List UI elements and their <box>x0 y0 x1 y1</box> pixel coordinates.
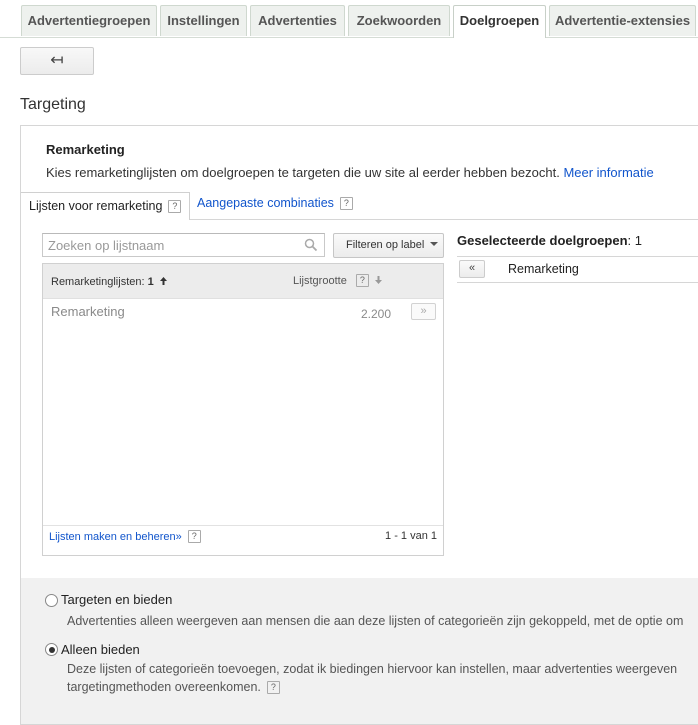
column-lists-label: Remarketinglijsten: <box>51 276 145 288</box>
help-icon[interactable]: ? <box>168 200 182 213</box>
tab-doelgroepen[interactable]: Doelgroepen <box>453 5 546 38</box>
chevron-down-icon <box>430 242 439 246</box>
option-bid-only-description-2-text: targetingmethoden overeenkomen. <box>67 680 261 694</box>
selected-item-name: Remarketing <box>508 262 579 276</box>
column-list-size[interactable]: Lijstgrootte ? <box>293 274 383 287</box>
selected-list-item: « Remarketing <box>457 257 698 283</box>
sort-up-icon <box>159 277 167 285</box>
selected-audiences-title: Geselecteerde doelgroepen: 1 <box>457 233 642 248</box>
remarketing-description: Kies remarketinglijsten om doelgroepen t… <box>46 165 654 180</box>
tab-advertenties[interactable]: Advertenties <box>250 5 345 36</box>
pagination-count: 1 - 1 van 1 <box>385 530 437 542</box>
tab-advertentie-extensies[interactable]: Advertentie-extensies <box>549 5 696 36</box>
remove-list-button[interactable]: « <box>459 260 485 278</box>
option-target-and-bid-description: Advertenties alleen weergeven aan mensen… <box>67 614 684 628</box>
tab-remarketing-lists-label: Lijsten voor remarketing <box>29 199 163 213</box>
description-text: Kies remarketinglijsten om doelgroepen t… <box>46 165 560 180</box>
tab-zoekwoorden[interactable]: Zoekwoorden <box>348 5 450 36</box>
option-bid-only-label: Alleen bieden <box>61 642 140 657</box>
search-icon <box>304 238 318 252</box>
list-item-size: 2.200 <box>361 307 392 321</box>
back-button[interactable]: ↤ <box>20 47 94 75</box>
help-icon[interactable]: ? <box>187 530 201 543</box>
tab-instellingen[interactable]: Instellingen <box>160 5 247 36</box>
column-lists[interactable]: Remarketinglijsten: 1 <box>51 276 168 288</box>
help-icon[interactable]: ? <box>266 681 280 694</box>
remarketing-title: Remarketing <box>46 142 125 157</box>
search-placeholder: Zoeken op lijstnaam <box>48 238 165 253</box>
search-input[interactable]: Zoeken op lijstnaam <box>42 233 325 257</box>
table-header: Remarketinglijsten: 1 Lijstgrootte ? <box>43 264 443 299</box>
help-icon[interactable]: ? <box>355 274 369 287</box>
filter-label: Filteren op label <box>346 239 425 251</box>
page-title: Targeting <box>20 96 86 113</box>
column-lists-count: 1 <box>147 276 154 288</box>
option-bid-only-description-2: targetingmethoden overeenkomen.? <box>67 680 280 694</box>
remarketing-list-table: Remarketinglijsten: 1 Lijstgrootte ? Rem… <box>42 263 444 556</box>
option-target-and-bid-label: Targeten en bieden <box>61 592 173 607</box>
add-list-button[interactable]: » <box>411 303 436 320</box>
radio-target-and-bid[interactable] <box>45 594 58 607</box>
column-list-size-label: Lijstgrootte <box>293 275 347 287</box>
list-item-name: Remarketing <box>51 304 125 319</box>
filter-by-label-button[interactable]: Filteren op label <box>333 233 444 258</box>
subtab-divider <box>190 219 698 220</box>
tab-custom-combinations-label: Aangepaste combinaties <box>197 196 334 210</box>
selected-audiences-count: : 1 <box>627 233 642 248</box>
selected-audiences-label: Geselecteerde doelgroepen <box>457 233 628 248</box>
table-footer-divider <box>43 525 443 526</box>
radio-bid-only[interactable] <box>45 643 58 656</box>
help-icon[interactable]: ? <box>339 197 353 210</box>
tab-remarketing-lists[interactable]: Lijsten voor remarketing? <box>21 192 190 220</box>
option-bid-only-description: Deze lijsten of categorieën toevoegen, z… <box>67 662 678 676</box>
tab-custom-combinations[interactable]: Aangepaste combinaties? <box>197 196 353 210</box>
ad-group-tabs: Advertentiegroepen Instellingen Adverten… <box>0 0 698 38</box>
manage-lists: Lijsten maken en beheren»? <box>49 530 201 543</box>
back-arrow-icon: ↤ <box>50 52 64 69</box>
more-info-link[interactable]: Meer informatie <box>563 165 653 180</box>
manage-lists-link[interactable]: Lijsten maken en beheren» <box>49 531 182 543</box>
tab-advertentiegroepen[interactable]: Advertentiegroepen <box>21 5 157 36</box>
sort-down-icon <box>374 276 382 284</box>
